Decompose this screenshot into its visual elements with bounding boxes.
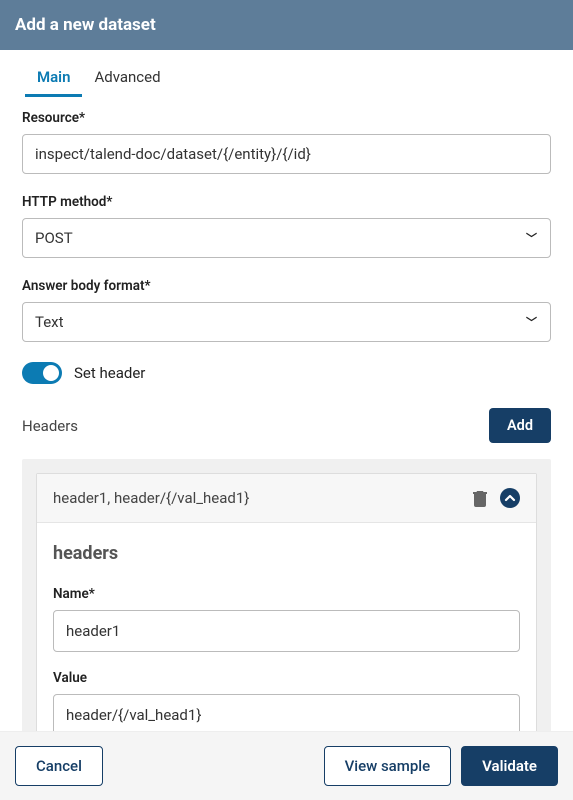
dialog-title: Add a new dataset xyxy=(15,15,156,35)
header-value-input[interactable] xyxy=(53,694,520,736)
header-item: header1, header/{/val_head1} headers Nam… xyxy=(36,473,537,775)
dialog-footer: Cancel View sample Validate xyxy=(0,731,573,800)
answer-body-format-select[interactable]: Text xyxy=(22,302,551,342)
set-header-toggle[interactable] xyxy=(22,362,62,384)
add-header-button[interactable]: Add xyxy=(489,408,551,443)
header-item-bar: header1, header/{/val_head1} xyxy=(37,474,536,523)
header-value-label: Value xyxy=(53,670,520,686)
cancel-button[interactable]: Cancel xyxy=(15,746,103,786)
header-name-label: Name* xyxy=(53,586,520,602)
header-item-summary: header1, header/{/val_head1} xyxy=(53,489,460,507)
form-content: Resource* HTTP method* POST ﹀ Answer bod… xyxy=(0,98,573,789)
validate-button[interactable]: Validate xyxy=(461,746,558,786)
set-header-label: Set header xyxy=(74,364,145,382)
header-panel-title: headers xyxy=(53,543,520,564)
collapse-icon[interactable] xyxy=(500,488,520,508)
tab-advanced[interactable]: Advanced xyxy=(82,60,172,97)
dialog-header: Add a new dataset xyxy=(0,0,573,50)
tab-main[interactable]: Main xyxy=(25,60,82,97)
view-sample-button[interactable]: View sample xyxy=(324,746,452,786)
answer-body-format-label: Answer body format* xyxy=(22,278,551,294)
tab-bar: Main Advanced xyxy=(0,60,573,98)
delete-icon[interactable] xyxy=(472,489,488,507)
http-method-label: HTTP method* xyxy=(22,194,551,210)
header-name-input[interactable] xyxy=(53,610,520,652)
resource-label: Resource* xyxy=(22,110,551,126)
http-method-select[interactable]: POST xyxy=(22,218,551,258)
resource-input[interactable] xyxy=(22,134,551,174)
headers-section-label: Headers xyxy=(22,417,78,435)
